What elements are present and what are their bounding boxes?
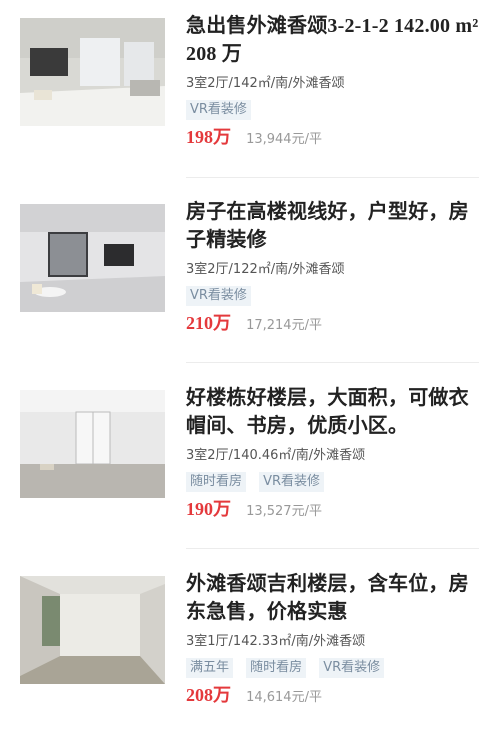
listing-title[interactable]: 急出售外滩香颂3-2-1-2 142.00 m² 208 万	[186, 12, 479, 68]
listing-photo[interactable]	[20, 576, 165, 684]
tag-badge: 随时看房	[186, 472, 247, 492]
listing-meta: 3室2厅/140.46㎡/南/外滩香颂	[186, 448, 366, 463]
tag-badge: VR看装修	[186, 100, 251, 120]
listing-card[interactable]: 外滩香颂吉利楼层，含车位，房东急售，价格实惠 3室1厅/142.33㎡/南/外滩…	[0, 570, 493, 755]
listing-photo[interactable]	[20, 18, 165, 126]
total-price: 198万	[186, 127, 231, 147]
divider	[186, 548, 479, 549]
tag-list: VR看装修	[186, 98, 479, 120]
tag-badge: 随时看房	[246, 658, 307, 678]
total-price: 210万	[186, 313, 231, 333]
listing-photo[interactable]	[20, 390, 165, 498]
tag-list: VR看装修	[186, 284, 479, 306]
unit-price: 13,944元/平	[246, 132, 322, 147]
total-price: 208万	[186, 685, 231, 705]
price-row: 190万 13,527元/平	[186, 498, 479, 523]
divider	[186, 177, 479, 178]
listing-meta: 3室1厅/142.33㎡/南/外滩香颂	[186, 634, 366, 649]
living-room-photo	[20, 204, 165, 312]
divider	[186, 362, 479, 363]
tag-badge: VR看装修	[186, 286, 251, 306]
tag-badge: VR看装修	[319, 658, 385, 678]
tag-badge: VR看装修	[259, 472, 325, 492]
price-row: 210万 17,214元/平	[186, 312, 479, 337]
listing-meta: 3室2厅/142㎡/南/外滩香颂	[186, 76, 345, 91]
price-row: 198万 13,944元/平	[186, 126, 479, 151]
listing-card[interactable]: 急出售外滩香颂3-2-1-2 142.00 m² 208 万 3室2厅/142㎡…	[0, 12, 493, 197]
empty-room-photo	[20, 576, 165, 684]
unit-price: 13,527元/平	[246, 504, 322, 519]
listing-card[interactable]: 房子在高楼视线好，户型好，房子精装修 3室2厅/122㎡/南/外滩香颂 VR看装…	[0, 198, 493, 383]
listing-photo[interactable]	[20, 204, 165, 312]
living-room-photo	[20, 18, 165, 126]
tag-badge: 满五年	[186, 658, 234, 678]
unit-price: 17,214元/平	[246, 318, 322, 333]
listing-meta: 3室2厅/122㎡/南/外滩香颂	[186, 262, 345, 277]
listing-title[interactable]: 好楼栋好楼层，大面积，可做衣帽间、书房，优质小区。	[186, 384, 479, 440]
total-price: 190万	[186, 499, 231, 519]
tag-list: 随时看房 VR看装修	[186, 470, 479, 492]
listing-title[interactable]: 房子在高楼视线好，户型好，房子精装修	[186, 198, 479, 254]
price-row: 208万 14,614元/平	[186, 684, 479, 709]
tag-list: 满五年 随时看房 VR看装修	[186, 656, 479, 678]
empty-room-photo	[20, 390, 165, 498]
listing-card[interactable]: 好楼栋好楼层，大面积，可做衣帽间、书房，优质小区。 3室2厅/140.46㎡/南…	[0, 384, 493, 569]
listing-title[interactable]: 外滩香颂吉利楼层，含车位，房东急售，价格实惠	[186, 570, 479, 626]
unit-price: 14,614元/平	[246, 690, 322, 705]
